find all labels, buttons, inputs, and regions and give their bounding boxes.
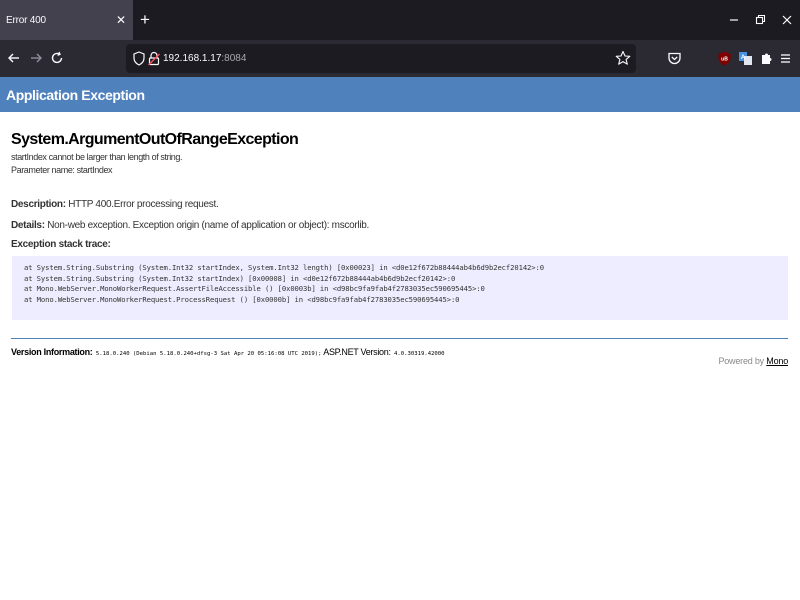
version-information: Version Information: 5.18.0.240 (Debian … (11, 345, 445, 360)
divider (11, 338, 788, 339)
translate-icon[interactable]: A (738, 51, 753, 66)
exception-message: startIndex cannot be larger than length … (11, 152, 183, 162)
exception-parameter: Parameter name: startIndex (11, 165, 113, 175)
address-bar[interactable]: 192.168.1.17:8084 (126, 44, 636, 73)
url-host: 192.168.1.17 (163, 53, 222, 64)
details-row: Details: Non-web exception. Exception or… (11, 219, 369, 232)
browser-tab-strip: Error 400 ✕ + (0, 0, 800, 40)
aspnet-version: 4.0.30319.42000 (390, 351, 445, 357)
aspnet-version-label: ASP.NET Version: (321, 347, 391, 357)
bookmark-star-icon[interactable] (615, 50, 631, 66)
url-text[interactable]: 192.168.1.17:8084 (163, 52, 246, 65)
stack-trace: at System.String.Substring (System.Int32… (12, 256, 788, 320)
exception-type: System.ArgumentOutOfRangeException (11, 131, 299, 148)
stack-trace-line: at System.String.Substring (System.Int32… (24, 273, 456, 283)
svg-text:A: A (741, 55, 746, 61)
extensions-icon[interactable] (759, 51, 774, 66)
mono-version: 5.18.0.240 (Debian 5.18.0.240+dfsg-3 Sat… (92, 351, 322, 357)
stack-trace-line: at Mono.WebServer.MonoWorkerRequest.Proc… (24, 294, 460, 304)
pocket-icon[interactable] (667, 51, 682, 66)
powered-by-text: Powered by (718, 356, 767, 366)
powered-by: Powered by Mono (718, 356, 788, 366)
description-row: Description: HTTP 400.Error processing r… (11, 198, 219, 211)
shield-icon[interactable] (132, 51, 146, 66)
stack-trace-label: Exception stack trace: (11, 239, 111, 250)
stack-trace-line: at Mono.WebServer.MonoWorkerRequest.Asse… (24, 284, 485, 293)
insecure-lock-icon[interactable] (148, 51, 160, 66)
page-header: Application Exception (0, 77, 800, 112)
new-tab-icon[interactable]: + (136, 10, 154, 30)
details-value: Non-web exception. Exception origin (nam… (44, 220, 369, 231)
browser-tab[interactable]: Error 400 ✕ (0, 0, 133, 40)
svg-text:uB: uB (721, 57, 728, 63)
url-port: :8084 (221, 53, 247, 64)
page-header-title: Application Exception (6, 86, 145, 103)
minimize-icon[interactable] (726, 12, 742, 28)
stack-trace-line: at System.String.Substring (System.Int32… (24, 263, 544, 272)
mono-link[interactable]: Mono (766, 356, 788, 366)
ublock-icon[interactable]: uB (717, 51, 732, 66)
description-label: Description: (11, 199, 66, 210)
browser-toolbar: 192.168.1.17:8084 uB A (0, 40, 800, 77)
menu-icon[interactable] (778, 51, 793, 66)
forward-icon[interactable] (28, 50, 44, 66)
restore-icon[interactable] (752, 12, 768, 28)
reload-icon[interactable] (49, 50, 65, 66)
version-label: Version Information: (11, 347, 93, 357)
close-window-icon[interactable] (779, 12, 795, 28)
tab-close-icon[interactable]: ✕ (116, 12, 126, 28)
tab-title: Error 400 (6, 14, 46, 26)
description-value: HTTP 400.Error processing request. (65, 199, 219, 210)
back-icon[interactable] (6, 50, 22, 66)
details-label: Details: (11, 220, 45, 231)
